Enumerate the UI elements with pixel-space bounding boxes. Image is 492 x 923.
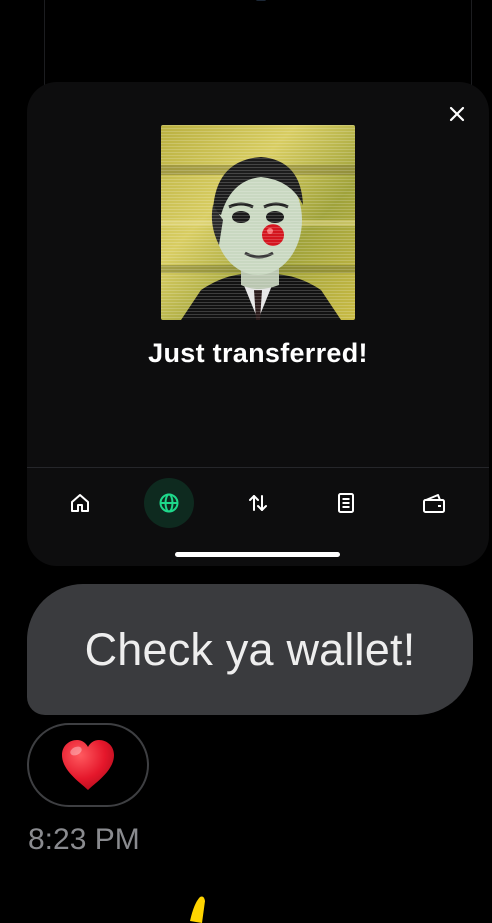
wallet-icon — [423, 494, 445, 513]
nav-home[interactable] — [55, 478, 105, 528]
transfer-title: Just transferred! — [148, 338, 368, 368]
nav-transfer[interactable] — [233, 478, 283, 528]
globe-icon — [159, 493, 179, 513]
heart-icon — [62, 740, 114, 790]
message-timestamp: 8:23 PM — [28, 823, 140, 856]
nft-image — [161, 125, 355, 320]
transfer-arrows-icon — [249, 495, 267, 511]
home-icon — [71, 494, 89, 512]
reaction-badge[interactable] — [27, 723, 149, 807]
bottom-nav-bar — [27, 474, 489, 536]
embedded-screenshot: Just transferred! — [27, 82, 489, 566]
background-indicator — [256, 0, 266, 1]
close-button[interactable] — [445, 102, 469, 126]
message-text: Check ya wallet! — [84, 623, 416, 675]
document-icon — [338, 493, 354, 513]
partial-emoji-icon — [190, 896, 205, 923]
nav-divider — [27, 467, 489, 468]
message-bubble[interactable]: Check ya wallet! — [27, 584, 473, 715]
close-icon — [449, 106, 465, 122]
nav-explore[interactable] — [144, 478, 194, 528]
nav-activity[interactable] — [321, 478, 371, 528]
nav-wallet[interactable] — [409, 478, 459, 528]
home-indicator[interactable] — [175, 552, 340, 557]
